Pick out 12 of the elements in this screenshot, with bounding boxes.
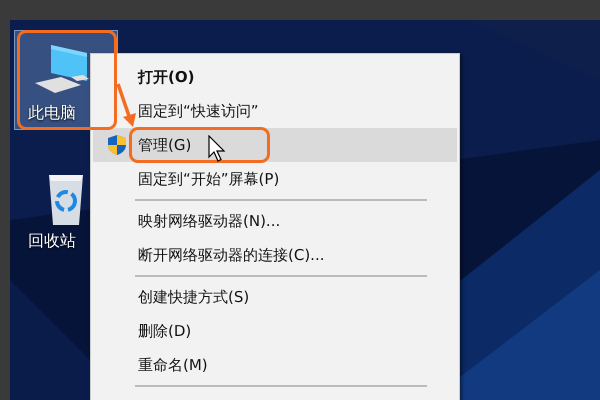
- menu-item[interactable]: 映射网络驱动器(N)...: [93, 204, 457, 238]
- menu-item[interactable]: 断开网络驱动器的连接(C)...: [93, 238, 457, 272]
- pointer-arrow: [115, 82, 137, 128]
- shield-icon: [107, 134, 127, 156]
- icon-label: 此电脑: [28, 103, 76, 124]
- menu-item[interactable]: 管理(G): [93, 128, 457, 162]
- menu-item[interactable]: 创建快捷方式(S): [93, 280, 457, 314]
- mouse-cursor-icon: [208, 135, 226, 162]
- icon-label: 回收站: [28, 231, 76, 252]
- menu-item[interactable]: 删除(D): [93, 314, 457, 348]
- menu-item[interactable]: 重命名(M): [93, 348, 457, 382]
- menu-item[interactable]: 固定到“开始”屏幕(P): [93, 162, 457, 196]
